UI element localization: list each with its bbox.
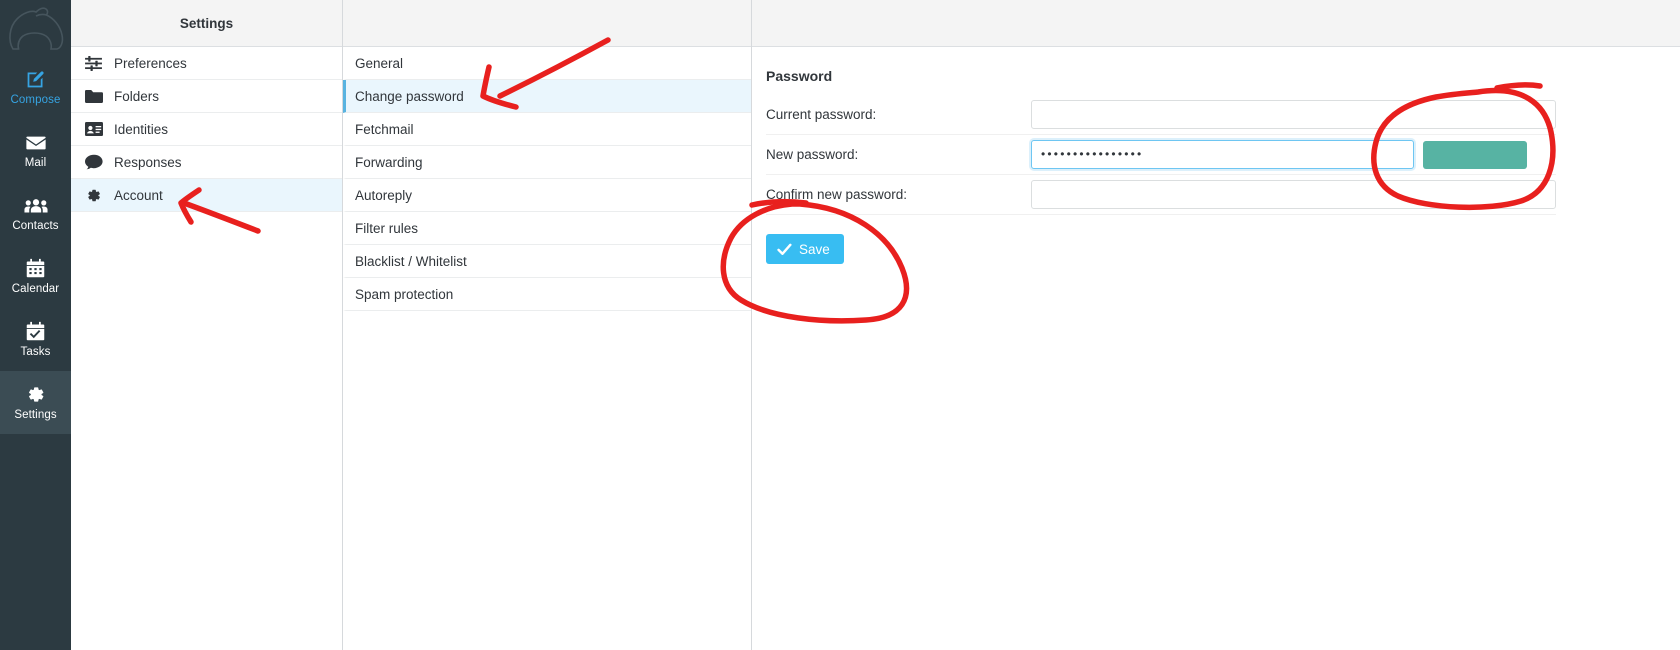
password-form: Password Current password: New password:… [752,47,1680,264]
taskbar-item-tasks[interactable]: Tasks [0,308,71,371]
section-item-filter-rules[interactable]: Filter rules [343,212,751,245]
confirm-new-password-input[interactable] [1031,180,1556,209]
form-row-new-password: New password: •••••••••••••••• [766,135,1556,175]
settings-item-responses[interactable]: Responses [71,146,342,179]
password-form-column: Password Current password: New password:… [752,0,1680,650]
section-item-label: Fetchmail [355,121,414,137]
section-item-change-password[interactable]: Change password [343,80,751,113]
tasks-icon [25,321,46,343]
current-password-label: Current password: [766,107,877,122]
settings-item-label: Account [114,187,163,203]
settings-menu-column: Settings Preferences Folders Identities … [71,0,343,650]
id-card-icon [84,122,103,136]
people-icon [23,195,48,217]
section-item-forwarding[interactable]: Forwarding [343,146,751,179]
gear-icon [84,187,103,204]
envelope-icon [25,132,47,154]
password-strength-meter [1423,140,1527,169]
current-password-input[interactable] [1031,100,1556,129]
form-column-header [752,0,1680,47]
taskbar-item-calendar[interactable]: Calendar [0,245,71,308]
save-button-label: Save [799,241,830,257]
section-item-label: Blacklist / Whitelist [355,253,467,269]
polar-bear-logo-icon [0,0,71,56]
form-row-current-password: Current password: [766,95,1556,135]
section-item-spam-protection[interactable]: Spam protection [343,278,751,311]
settings-item-identities[interactable]: Identities [71,113,342,146]
sections-column-header [343,0,751,47]
taskbar-label-contacts: Contacts [12,219,59,232]
settings-item-folders[interactable]: Folders [71,80,342,113]
check-icon [777,243,792,256]
current-password-field-wrap [1031,100,1556,129]
taskbar-item-mail[interactable]: Mail [0,119,71,182]
settings-menu-list: Preferences Folders Identities Responses… [71,47,342,212]
taskbar-label-tasks: Tasks [20,345,51,358]
settings-item-preferences[interactable]: Preferences [71,47,342,80]
section-item-autoreply[interactable]: Autoreply [343,179,751,212]
taskbar: Compose Mail Contacts Calendar Tasks Set… [0,0,71,650]
sliders-icon [84,55,103,71]
account-sections-column: General Change password Fetchmail Forwar… [343,0,752,650]
section-item-label: Spam protection [355,286,454,302]
section-item-label: Autoreply [355,187,413,203]
settings-item-label: Identities [114,121,169,137]
taskbar-label-calendar: Calendar [11,282,60,295]
settings-column-title: Settings [179,15,234,31]
settings-item-account[interactable]: Account [71,179,342,212]
taskbar-item-contacts[interactable]: Contacts [0,182,71,245]
save-button[interactable]: Save [766,234,844,264]
section-item-fetchmail[interactable]: Fetchmail [343,113,751,146]
confirm-new-password-label: Confirm new password: [766,187,908,202]
confirm-new-password-field-wrap [1031,180,1556,209]
taskbar-item-settings[interactable]: Settings [0,371,71,434]
taskbar-item-compose[interactable]: Compose [0,56,71,119]
settings-item-label: Preferences [114,55,187,71]
new-password-field-wrap: •••••••••••••••• [1031,140,1556,169]
account-sections-list: General Change password Fetchmail Forwar… [343,47,751,311]
section-item-label: General [355,55,404,71]
form-row-confirm-new-password: Confirm new password: [766,175,1556,215]
folder-icon [84,89,103,104]
new-password-input[interactable]: •••••••••••••••• [1031,140,1414,169]
section-item-label: Filter rules [355,220,419,236]
roundcube-settings-window: Compose Mail Contacts Calendar Tasks Set… [0,0,1680,650]
settings-column-header: Settings [71,0,342,47]
settings-item-label: Responses [114,154,182,170]
form-actions: Save [766,234,1556,264]
new-password-label: New password: [766,147,859,162]
section-item-general[interactable]: General [343,47,751,80]
new-password-value: •••••••••••••••• [1041,147,1144,161]
section-item-label: Forwarding [355,154,423,170]
section-item-label: Change password [355,88,464,104]
calendar-icon [25,258,46,280]
settings-item-label: Folders [114,88,160,104]
taskbar-label-settings: Settings [14,408,57,421]
compose-icon [25,69,46,91]
section-item-blacklist-whitelist[interactable]: Blacklist / Whitelist [343,245,751,278]
taskbar-label-mail: Mail [24,156,47,169]
page-title: Password [766,68,833,84]
comment-icon [84,154,103,170]
gear-icon [25,384,46,406]
taskbar-label-compose: Compose [10,93,61,106]
